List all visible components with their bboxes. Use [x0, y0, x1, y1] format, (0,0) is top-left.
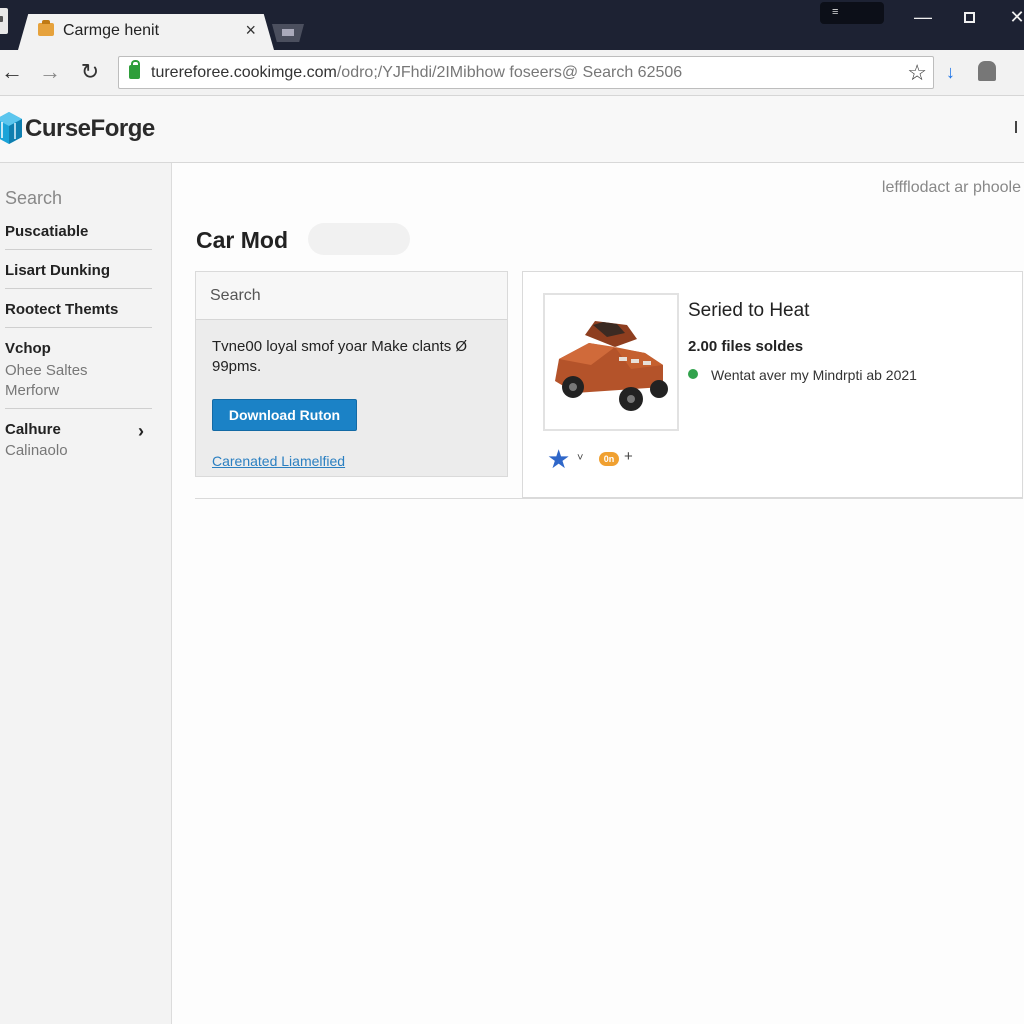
sidebar-subitem[interactable]: Calinaolo [5, 442, 68, 459]
search-input[interactable]: Search [196, 272, 507, 320]
content-divider [195, 498, 1023, 499]
profile-button[interactable]: ≡ [820, 2, 884, 24]
add-icon[interactable]: + [624, 448, 633, 465]
status-dot-icon [688, 369, 698, 379]
header-menu-handle[interactable] [1015, 121, 1017, 133]
reload-icon[interactable]: ↻ [76, 58, 104, 86]
chevron-right-icon[interactable]: › [138, 421, 144, 442]
close-window-button[interactable]: ✕ [994, 4, 1024, 30]
new-tab-button[interactable] [272, 24, 304, 42]
toy-car-image [555, 321, 668, 411]
sidebar-item-rootect-themts[interactable]: Rootect Themts [5, 301, 151, 318]
search-placeholder: Search [210, 287, 261, 304]
card-link[interactable]: Carenated Liamelfied [212, 453, 345, 469]
browser-tab[interactable]: Carmge henit × [18, 14, 274, 50]
tab-title: Carmge henit [63, 22, 160, 39]
product-updated: Wentat aver my Mindrpti ab 2021 [711, 367, 917, 383]
sidebar-divider [5, 408, 152, 409]
sidebar-subitem[interactable]: Merforw [5, 382, 59, 399]
product-files: 2.00 files soldes [688, 338, 804, 355]
url-path: /odro;/YJFhdi/2IMibhow foseers@ Search 6… [336, 64, 683, 81]
sidebar-divider [5, 327, 152, 328]
title-pill [308, 223, 410, 255]
sidebar-item-calhure[interactable]: Calhure [5, 421, 151, 438]
card-description: Tvne00 loyal smof yoar Make clants Ø 99p… [212, 338, 468, 375]
menu-dots-icon[interactable]: ⋮ [1016, 62, 1024, 83]
sidebar-item-lisart-dunking[interactable]: Lisart Dunking [5, 262, 151, 279]
forward-arrow-icon[interactable]: → [36, 58, 64, 86]
back-arrow-icon[interactable]: ← [0, 58, 26, 86]
bookmark-star-icon[interactable]: ☆ [907, 60, 927, 86]
curseforge-logo-icon[interactable] [0, 110, 22, 146]
profile-label: ≡ [832, 6, 839, 18]
browser-toolbar: ← → ↻ turereforee.cookimge.com/odro;/YJF… [0, 50, 1024, 96]
site-header: CurseForge [0, 96, 1024, 163]
download-card: Search Tvne00 loyal smof yoar Make clant… [195, 271, 508, 477]
url-text[interactable]: turereforee.cookimge.com/odro;/YJFhdi/2I… [151, 64, 682, 82]
minimize-button[interactable]: — [900, 4, 946, 30]
badge-icon[interactable]: 0n [599, 452, 619, 466]
logo-text[interactable]: CurseForge [25, 115, 155, 143]
sidebar-divider [5, 249, 152, 250]
product-card: Seried to Heat 2.00 files soldes Wentat … [522, 271, 1023, 498]
url-domain: turereforee.cookimge.com [151, 64, 337, 81]
lock-icon[interactable] [129, 60, 140, 79]
browser-titlebar: Carmge henit × ≡ — ✕ [0, 0, 1024, 50]
favorite-star-icon[interactable]: ★ [547, 444, 570, 475]
sidebar-item-vchop[interactable]: Vchop [5, 340, 151, 357]
sidebar-search[interactable]: Search [5, 188, 62, 209]
main-content: leffflodact ar phoole Car Mod Search Tvn… [172, 163, 1024, 1024]
download-button[interactable]: Download Ruton [212, 399, 357, 431]
extension-icon[interactable] [978, 61, 996, 81]
app-icon[interactable] [0, 8, 8, 34]
maximize-button[interactable] [946, 4, 992, 30]
sidebar-subitem[interactable]: Ohee Saltes [5, 362, 88, 379]
maximize-icon [963, 12, 975, 23]
address-bar[interactable]: turereforee.cookimge.com/odro;/YJFhdi/2I… [118, 56, 934, 89]
sidebar: Search Puscatiable Lisart Dunking Rootec… [0, 163, 172, 1024]
product-title[interactable]: Seried to Heat [688, 300, 809, 322]
folder-favicon-icon [38, 20, 54, 36]
download-icon[interactable]: ↓ [946, 62, 955, 83]
tab-close-icon[interactable]: × [245, 20, 256, 41]
top-right-link[interactable]: leffflodact ar phoole [882, 179, 1021, 197]
sidebar-item-puscatiable[interactable]: Puscatiable [5, 223, 151, 240]
chevron-down-icon[interactable]: ˅ [577, 452, 583, 464]
page-title: Car Mod [196, 227, 288, 253]
sidebar-divider [5, 288, 152, 289]
product-thumbnail[interactable] [543, 293, 679, 431]
